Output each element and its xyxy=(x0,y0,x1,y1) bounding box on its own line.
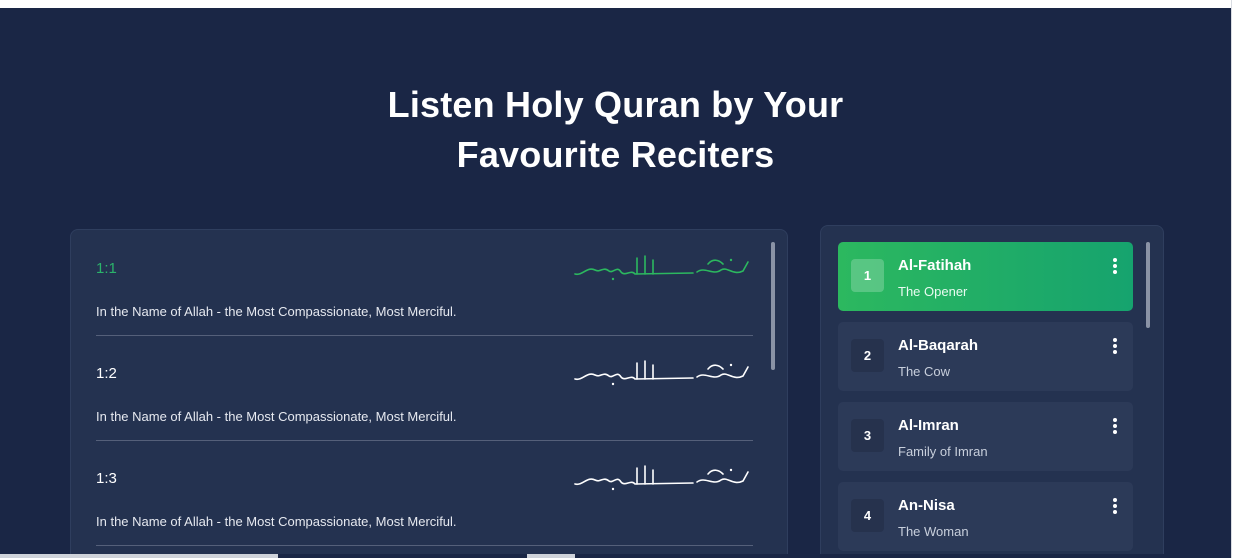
page-title-line-2: Favourite Reciters xyxy=(456,134,775,175)
horizontal-scrollbar[interactable] xyxy=(0,554,1231,558)
surah-item-al-imran[interactable]: 3 Al-Imran Family of Imran xyxy=(838,402,1133,471)
surah-name: Al-Baqarah xyxy=(898,337,979,354)
bismillah-calligraphy-icon xyxy=(574,360,749,386)
more-vertical-icon[interactable] xyxy=(1110,417,1120,437)
surah-list-scrollbar[interactable] xyxy=(1146,242,1150,328)
page-title: Listen Holy Quran by Your Favourite Reci… xyxy=(0,80,1231,180)
verse-number: 1:2 xyxy=(96,365,117,382)
more-vertical-icon[interactable] xyxy=(1110,337,1120,357)
surah-translation: The Woman xyxy=(898,524,969,539)
app-stage: Listen Holy Quran by Your Favourite Reci… xyxy=(0,8,1231,558)
surah-translation: The Cow xyxy=(898,364,951,379)
more-vertical-icon[interactable] xyxy=(1110,497,1120,517)
verse-number: 1:3 xyxy=(96,470,117,487)
verse-number: 1:1 xyxy=(96,260,117,277)
surah-index: 3 xyxy=(851,419,884,452)
verses-panel[interactable]: 1:1 In the Name of Allah - the Most Comp… xyxy=(70,229,788,558)
surah-name: Al-Fatihah xyxy=(898,257,972,274)
more-vertical-icon[interactable] xyxy=(1110,257,1120,277)
verse-item[interactable]: 1:1 In the Name of Allah - the Most Comp… xyxy=(96,230,753,336)
surah-translation: The Opener xyxy=(898,284,968,299)
verses-scrollbar[interactable] xyxy=(771,242,775,370)
surah-name: An-Nisa xyxy=(898,497,955,514)
verse-translation: In the Name of Allah - the Most Compassi… xyxy=(96,514,457,529)
verse-item[interactable]: 1:2 In the Name of Allah - the Most Comp… xyxy=(96,335,753,441)
surah-name: Al-Imran xyxy=(898,417,959,434)
surah-item-al-fatihah[interactable]: 1 Al-Fatihah The Opener xyxy=(838,242,1133,311)
surah-list-panel[interactable]: 1 Al-Fatihah The Opener 2 Al-Baqarah The… xyxy=(820,225,1164,558)
page-title-line-1: Listen Holy Quran by Your xyxy=(387,84,844,125)
verse-item[interactable]: 1:3 In the Name of Allah - the Most Comp… xyxy=(96,440,753,546)
surah-index: 4 xyxy=(851,499,884,532)
bismillah-calligraphy-icon xyxy=(574,465,749,491)
surah-index: 2 xyxy=(851,339,884,372)
scrollbar-thumb[interactable] xyxy=(0,554,278,558)
scrollbar-thumb[interactable] xyxy=(527,554,575,558)
bismillah-calligraphy-icon xyxy=(574,255,749,281)
verse-translation: In the Name of Allah - the Most Compassi… xyxy=(96,409,457,424)
window-edge xyxy=(1231,0,1242,558)
surah-index: 1 xyxy=(851,259,884,292)
verse-translation: In the Name of Allah - the Most Compassi… xyxy=(96,304,457,319)
surah-translation: Family of Imran xyxy=(898,444,988,459)
surah-item-al-baqarah[interactable]: 2 Al-Baqarah The Cow xyxy=(838,322,1133,391)
surah-item-an-nisa[interactable]: 4 An-Nisa The Woman xyxy=(838,482,1133,551)
